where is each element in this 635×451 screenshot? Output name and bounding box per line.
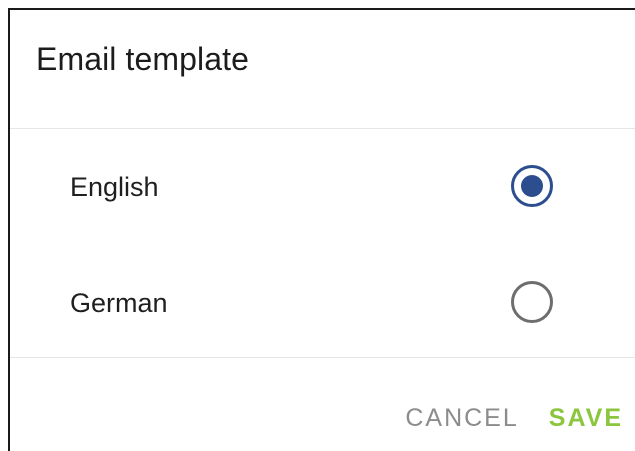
option-german-label: German <box>70 288 168 318</box>
dialog-actions: CANCEL SAVE <box>405 400 623 436</box>
option-english[interactable]: English <box>10 156 635 218</box>
title-divider <box>10 128 635 129</box>
actions-divider <box>10 357 635 358</box>
dialog-title: Email template <box>36 41 250 77</box>
radio-checked-icon[interactable] <box>511 165 553 207</box>
cancel-button[interactable]: CANCEL <box>405 401 518 435</box>
save-button[interactable]: SAVE <box>549 401 623 435</box>
radio-dot <box>521 175 543 197</box>
option-german[interactable]: German <box>10 272 635 334</box>
email-template-dialog: Email template English German CANCEL SAV… <box>8 8 635 451</box>
radio-unchecked-icon[interactable] <box>511 281 553 323</box>
option-english-label: English <box>70 172 159 202</box>
